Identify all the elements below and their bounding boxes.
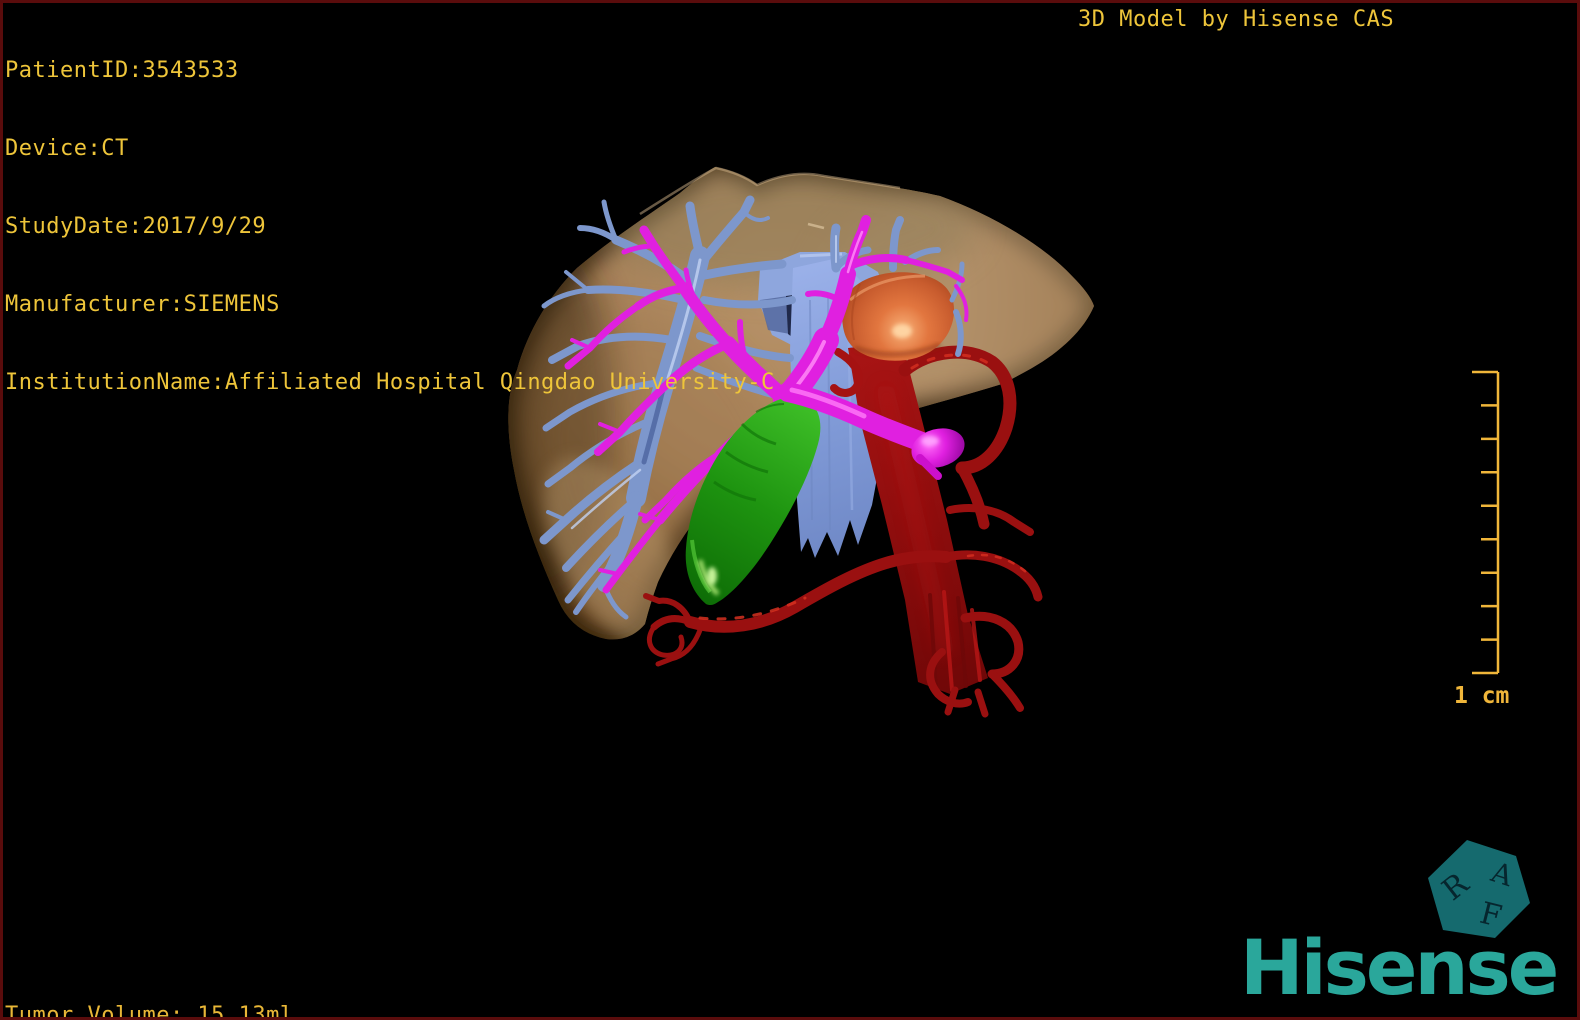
- tumor-volume-line: Tumor Volume: 15.13ml: [5, 1003, 294, 1020]
- watermark-title: 3D Model by Hisense CAS: [1078, 7, 1395, 32]
- hisense-logo: Hisense: [1240, 923, 1559, 1012]
- scale-ruler: 1 cm: [1454, 370, 1509, 709]
- institution-line: InstitutionName:Affiliated Hospital Qing…: [5, 370, 775, 395]
- patient-id-line: PatientID:3543533: [5, 58, 239, 83]
- study-date-line: StudyDate:2017/9/29: [5, 214, 267, 239]
- tumor: [841, 272, 955, 361]
- volume-info-block: Tumor Volume: 15.13ml Liver Volume: 808.…: [5, 951, 294, 1020]
- device-line: Device:CT: [5, 136, 129, 161]
- manufacturer-line: Manufacturer:SIEMENS: [5, 292, 280, 317]
- viewer-window: 1 cm R A F PatientID:3543533 Device:CT S…: [0, 0, 1580, 1020]
- patient-info-block: PatientID:3543533 Device:CT StudyDate:20…: [5, 6, 775, 448]
- scale-ruler-label: 1 cm: [1454, 683, 1509, 709]
